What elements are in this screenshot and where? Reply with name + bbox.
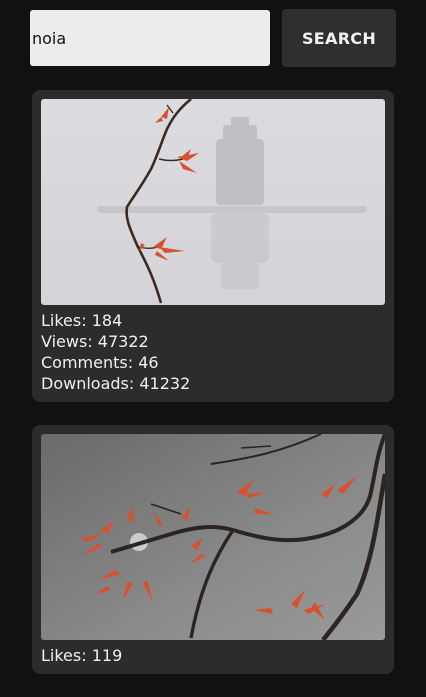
likes-count: Likes: 184 bbox=[41, 311, 123, 330]
result-stats: Likes: 184 Views: 47322 Comments: 46 Dow… bbox=[41, 310, 385, 394]
result-image[interactable] bbox=[41, 99, 385, 305]
results-feed: Likes: 184 Views: 47322 Comments: 46 Dow… bbox=[32, 90, 394, 697]
result-stats: Likes: 119 bbox=[41, 645, 385, 666]
result-card: Likes: 184 Views: 47322 Comments: 46 Dow… bbox=[32, 90, 394, 402]
search-input[interactable] bbox=[30, 10, 270, 66]
result-card: Likes: 119 bbox=[32, 425, 394, 674]
comments-count: Comments: 46 bbox=[41, 353, 159, 372]
views-count: Views: 47322 bbox=[41, 332, 149, 351]
likes-count: Likes: 119 bbox=[41, 646, 123, 665]
result-image[interactable] bbox=[41, 434, 385, 640]
downloads-count: Downloads: 41232 bbox=[41, 374, 191, 393]
search-button[interactable]: SEARCH bbox=[282, 9, 396, 67]
search-bar: SEARCH bbox=[30, 9, 396, 67]
